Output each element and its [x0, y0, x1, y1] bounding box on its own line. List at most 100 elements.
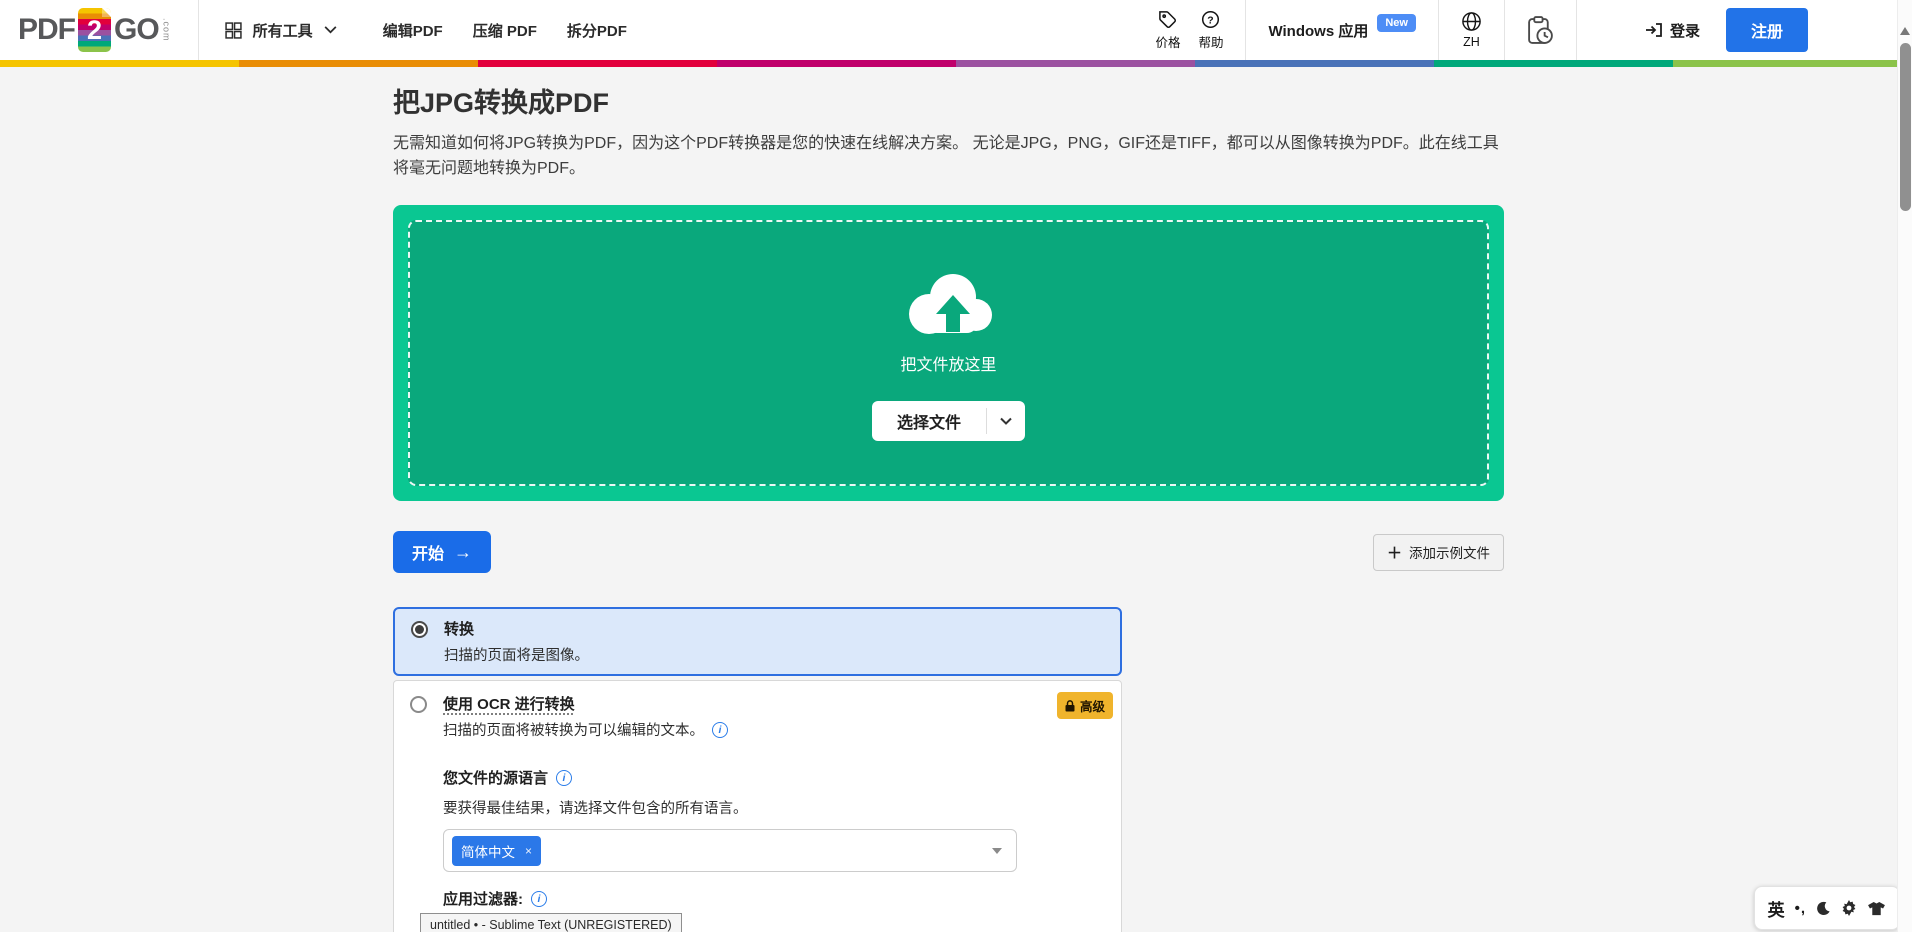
all-tools-label: 所有工具	[253, 20, 313, 41]
stripe-segment	[1673, 60, 1912, 67]
option-ocr-texts: 使用 OCR 进行转换 扫描的页面将被转换为可以编辑的文本。 i	[443, 693, 728, 740]
add-example-file-button[interactable]: ＋ 添加示例文件	[1373, 534, 1504, 571]
stripe-segment	[0, 60, 239, 67]
choose-file-label: 选择文件	[872, 409, 986, 433]
grid-icon	[225, 22, 242, 39]
nav-divider	[1438, 0, 1439, 60]
source-language-select[interactable]: 简体中文 ×	[443, 829, 1017, 872]
option-convert-subtitle: 扫描的页面将是图像。	[444, 644, 589, 665]
arrow-right-icon: →	[454, 542, 472, 563]
language-code-label: ZH	[1463, 35, 1480, 49]
logo-text-com: .com	[162, 18, 172, 42]
info-icon[interactable]: i	[712, 722, 728, 738]
page-title: 把JPG转换成PDF	[393, 87, 1504, 119]
option-ocr-subtitle: 扫描的页面将被转换为可以编辑的文本。	[443, 719, 704, 740]
register-button[interactable]: 注册	[1726, 8, 1808, 52]
nav-item-compress-pdf[interactable]: 压缩 PDF	[473, 20, 537, 41]
help-label: 帮助	[1198, 32, 1223, 51]
choose-file-button[interactable]: 选择文件	[872, 401, 1025, 441]
nav-divider	[1576, 0, 1577, 60]
nav-menu: 编辑PDF 压缩 PDF 拆分PDF	[383, 20, 627, 41]
all-tools-menu[interactable]: 所有工具	[225, 20, 337, 41]
logo-rainbow-badge: 2	[78, 8, 111, 52]
source-language-label-row: 您文件的源语言 i	[443, 767, 1105, 788]
choose-file-dropdown[interactable]	[987, 417, 1025, 426]
source-language-hint: 要获得最佳结果，请选择文件包含的所有语言。	[443, 797, 1105, 818]
navbar: PDF 2 GO .com 所有工具 编辑PDF 压缩 PDF 拆分PDF	[0, 0, 1912, 60]
navbar-right: 价格 ? 帮助 Windows 应用 New ZH	[1155, 0, 1808, 60]
radio-convert-checked[interactable]	[411, 621, 428, 638]
stripe-segment	[956, 60, 1195, 67]
scroll-up-arrow[interactable]	[1900, 27, 1910, 35]
info-icon[interactable]: i	[556, 770, 572, 786]
shirt-icon[interactable]	[1867, 901, 1886, 916]
premium-badge: 高级	[1057, 692, 1113, 719]
logo-text-two: 2	[87, 15, 102, 46]
premium-badge-label: 高级	[1080, 696, 1105, 715]
stripe-segment	[478, 60, 717, 67]
option-convert-title: 转换	[444, 618, 589, 639]
page-description: 无需知道如何将JPG转换为PDF，因为这个PDF转换器是您的快速在线解决方案。 …	[393, 131, 1504, 181]
nav-divider	[1245, 0, 1246, 60]
ime-toolbar[interactable]: 英 •,	[1754, 886, 1900, 930]
nav-divider	[198, 0, 199, 60]
rainbow-stripe	[0, 60, 1912, 67]
login-link[interactable]: 登录	[1645, 20, 1700, 41]
nav-item-split-pdf[interactable]: 拆分PDF	[567, 20, 627, 41]
new-badge: New	[1377, 14, 1416, 32]
ime-language-mode[interactable]: 英	[1768, 896, 1785, 921]
ocr-settings-card: 高级 使用 OCR 进行转换 扫描的页面将被转换为可以编辑的文本。 i 您文件的…	[393, 680, 1122, 932]
logo-text-pdf: PDF	[18, 13, 75, 47]
option-convert-texts: 转换 扫描的页面将是图像。	[444, 618, 589, 665]
cloud-upload-icon	[899, 265, 999, 341]
logo[interactable]: PDF 2 GO .com	[18, 8, 172, 52]
price-tag-icon	[1158, 10, 1177, 29]
chevron-down-icon	[324, 26, 337, 34]
info-icon[interactable]: i	[531, 891, 547, 907]
upload-dropzone-inner[interactable]: 把文件放这里 选择文件	[408, 220, 1489, 486]
actions-row: 开始 → ＋ 添加示例文件	[393, 531, 1504, 573]
nav-divider	[1504, 0, 1505, 60]
help-link[interactable]: ? 帮助	[1198, 10, 1223, 51]
radio-ocr-unchecked[interactable]	[410, 696, 427, 713]
chevron-down-icon	[999, 417, 1013, 426]
start-button[interactable]: 开始 →	[393, 531, 491, 573]
ime-punctuation[interactable]: •,	[1795, 900, 1806, 917]
recent-files-button[interactable]	[1527, 16, 1554, 45]
moon-icon[interactable]	[1816, 901, 1831, 916]
start-label: 开始	[412, 540, 444, 564]
question-circle-icon: ?	[1201, 10, 1220, 29]
language-selector[interactable]: ZH	[1461, 11, 1482, 49]
globe-icon	[1461, 11, 1482, 32]
navbar-left: PDF 2 GO .com 所有工具 编辑PDF 压缩 PDF 拆分PDF	[18, 0, 627, 60]
stripe-segment	[717, 60, 956, 67]
svg-text:?: ?	[1208, 15, 1214, 26]
login-arrow-icon	[1645, 21, 1663, 39]
remove-tag-icon[interactable]: ×	[525, 844, 532, 858]
option-convert[interactable]: 转换 扫描的页面将是图像。	[393, 607, 1122, 676]
clipboard-clock-icon	[1527, 16, 1554, 45]
stripe-segment	[1434, 60, 1673, 67]
plus-icon: ＋	[1387, 542, 1402, 563]
filter-label: 应用过滤器:	[443, 888, 523, 909]
source-language-label: 您文件的源语言	[443, 767, 548, 788]
taskbar-tooltip: untitled • - Sublime Text (UNREGISTERED)	[420, 913, 682, 932]
gear-icon[interactable]	[1841, 900, 1857, 916]
stripe-segment	[1195, 60, 1434, 67]
language-tag-label: 简体中文	[461, 841, 515, 861]
nav-item-edit-pdf[interactable]: 编辑PDF	[383, 20, 443, 41]
pricing-link[interactable]: 价格	[1155, 10, 1180, 51]
drop-files-label: 把文件放这里	[900, 351, 996, 375]
language-tag: 简体中文 ×	[452, 836, 541, 866]
windows-app-label: Windows 应用	[1268, 20, 1368, 41]
pricing-label: 价格	[1155, 32, 1180, 51]
windows-app-link[interactable]: Windows 应用 New	[1268, 20, 1415, 41]
page-fold-decoration	[102, 8, 111, 17]
filter-label-row: 应用过滤器: i	[443, 888, 1105, 909]
caret-down-icon	[992, 848, 1002, 854]
scrollbar-thumb[interactable]	[1900, 43, 1911, 211]
add-example-label: 添加示例文件	[1409, 542, 1490, 562]
scrollbar[interactable]	[1897, 0, 1912, 932]
upload-dropzone[interactable]: 把文件放这里 选择文件	[393, 205, 1504, 501]
option-ocr[interactable]: 使用 OCR 进行转换 扫描的页面将被转换为可以编辑的文本。 i	[410, 693, 1105, 740]
